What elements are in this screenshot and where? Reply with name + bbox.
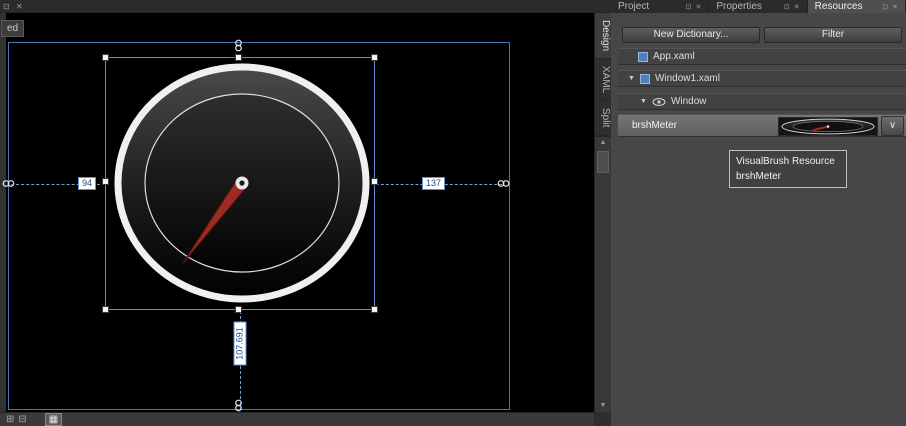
view-tab-strip: Design XAML Split ▲ ▼ — [594, 13, 611, 412]
tooltip-line1: VisualBrush Resource — [736, 156, 835, 167]
tab-properties-label: Properties — [716, 1, 762, 12]
snaplines-toggle-icon[interactable]: ⊟ — [18, 414, 26, 426]
close-icon[interactable]: ✕ — [892, 3, 898, 11]
scroll-down-icon[interactable]: ▼ — [595, 400, 611, 412]
tab-project[interactable]: Project ⊡ ✕ — [611, 0, 710, 13]
resize-handle-nw[interactable] — [102, 54, 109, 61]
margin-anchor-bottom-icon[interactable] — [234, 399, 243, 412]
new-dictionary-button[interactable]: New Dictionary... — [622, 27, 760, 43]
artboard-bottom-bar: ⊞ ⊟ ▦ — [0, 412, 594, 426]
scroll-up-icon[interactable]: ▲ — [595, 137, 611, 149]
design-surface[interactable]: ed 94 137 107.691 — [0, 13, 594, 412]
margin-left-label[interactable]: 94 — [78, 177, 97, 190]
panel-tab-bar: Project ⊡ ✕ Properties ⊡ ✕ Resources ⊡ ✕ — [611, 0, 906, 13]
margin-anchor-top-icon[interactable] — [234, 39, 243, 52]
tab-resources-label: Resources — [814, 1, 863, 12]
resize-handle-se[interactable] — [371, 306, 378, 313]
filter-button[interactable]: Filter — [764, 27, 902, 43]
resize-handle-ne[interactable] — [371, 54, 378, 61]
meter-gauge-graphic[interactable] — [106, 58, 374, 309]
tab-xaml[interactable]: XAML — [595, 59, 611, 102]
eye-icon[interactable] — [652, 97, 666, 107]
margin-bottom-label[interactable]: 107.691 — [233, 321, 247, 366]
close-icon[interactable]: ✕ — [794, 3, 800, 11]
pin-icon[interactable]: ⊡ — [686, 3, 692, 11]
expander-icon[interactable]: ▼ — [628, 75, 635, 82]
vertical-scrollbar[interactable]: ▲ ▼ — [595, 135, 611, 412]
tab-design[interactable]: Design — [595, 13, 611, 60]
scrollbar-thumb[interactable] — [597, 150, 609, 173]
pin-icon[interactable]: ⊡ — [3, 0, 10, 13]
selected-meter-element[interactable] — [102, 54, 378, 313]
xaml-file-icon — [639, 73, 650, 84]
right-panel: Project ⊡ ✕ Properties ⊡ ✕ Resources ⊡ ✕… — [611, 0, 906, 426]
snap-grid-button[interactable]: ▦ — [44, 413, 63, 426]
document-tab[interactable]: ed — [1, 20, 25, 37]
xaml-file-icon — [638, 51, 648, 62]
close-icon[interactable]: ✕ — [16, 0, 23, 13]
expression-blend-window: ⊡ ✕ ed 94 137 107.691 Design XAML Split … — [0, 0, 906, 426]
resize-handle-s[interactable] — [235, 306, 242, 313]
tooltip-line2: brshMeter — [736, 171, 782, 182]
grid-toggle-icon[interactable]: ⊞ — [6, 414, 14, 426]
tree-item-label: Window1.xaml — [654, 73, 720, 84]
left-rail — [0, 13, 6, 412]
resource-item-brshmeter[interactable]: brshMeter ∨ — [618, 114, 906, 137]
tab-split[interactable]: Split — [595, 101, 611, 136]
resize-handle-n[interactable] — [235, 54, 242, 61]
tree-item-label: App.xaml — [653, 51, 695, 62]
tree-item-window1-xaml[interactable]: ▼ Window1.xaml — [618, 70, 906, 87]
resource-tooltip: VisualBrush Resource brshMeter — [729, 150, 847, 188]
scrollbar-track[interactable] — [595, 149, 611, 400]
margin-right-label[interactable]: 137 — [422, 177, 446, 190]
tree-item-app-xaml[interactable]: App.xaml — [618, 48, 906, 65]
tab-project-label: Project — [618, 1, 650, 12]
resize-handle-sw[interactable] — [102, 306, 109, 313]
pin-icon[interactable]: ⊡ — [784, 3, 790, 11]
expander-icon[interactable]: ▼ — [640, 98, 647, 105]
resize-handle-e[interactable] — [371, 178, 378, 185]
tree-item-label: Window — [670, 96, 707, 107]
chevron-down-icon[interactable]: ∨ — [881, 116, 904, 136]
resource-label: brshMeter — [632, 120, 678, 131]
pin-icon[interactable]: ⊡ — [882, 3, 888, 11]
resize-handle-w[interactable] — [102, 178, 109, 185]
tab-resources[interactable]: Resources ⊡ ✕ — [807, 0, 906, 13]
close-icon[interactable]: ✕ — [695, 3, 701, 11]
tab-properties[interactable]: Properties ⊡ ✕ — [709, 0, 808, 13]
tree-item-window[interactable]: ▼ Window — [618, 93, 906, 110]
brush-thumbnail[interactable] — [778, 117, 878, 136]
